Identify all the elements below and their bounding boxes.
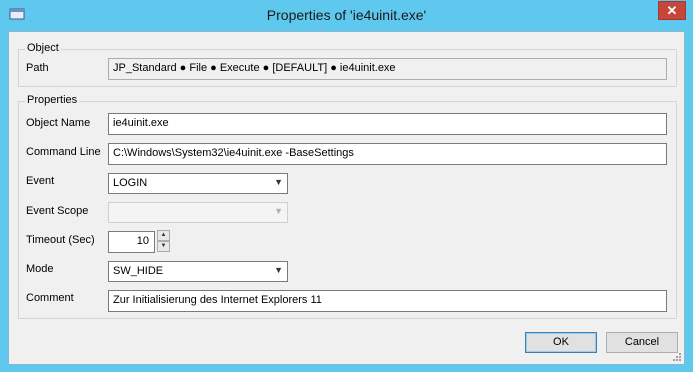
resize-grip-icon[interactable] xyxy=(672,352,682,362)
event-scope-select: ▼ xyxy=(108,202,288,223)
command-line-label: Command Line xyxy=(26,146,101,158)
properties-group: Properties Object Name ie4uinit.exe Comm… xyxy=(18,94,677,319)
chevron-down-icon[interactable]: ▼ xyxy=(274,265,283,275)
command-line-input[interactable]: C:\Windows\System32\ie4uinit.exe -BaseSe… xyxy=(108,143,667,165)
event-select-value: LOGIN xyxy=(113,177,148,189)
comment-label: Comment xyxy=(26,292,74,304)
chevron-down-icon[interactable]: ▼ xyxy=(274,177,283,187)
mode-select-value: SW_HIDE xyxy=(113,265,164,277)
mode-label: Mode xyxy=(26,263,54,275)
comment-input[interactable]: Zur Initialisierung des Internet Explore… xyxy=(108,290,667,312)
path-label: Path xyxy=(26,62,49,74)
chevron-down-icon: ▼ xyxy=(274,206,283,216)
timeout-stepper-input[interactable]: 10 xyxy=(108,231,155,253)
mode-select[interactable]: SW_HIDE ▼ xyxy=(108,261,288,282)
properties-group-legend: Properties xyxy=(25,94,80,106)
event-label: Event xyxy=(26,175,55,187)
object-group-legend: Object xyxy=(25,42,61,54)
event-select[interactable]: LOGIN ▼ xyxy=(108,173,288,194)
spin-down-icon[interactable]: ▼ xyxy=(157,241,170,252)
title-bar[interactable]: Properties of 'ie4uinit.exe' ✕ xyxy=(0,0,693,31)
close-button[interactable]: ✕ xyxy=(658,1,686,20)
window-title: Properties of 'ie4uinit.exe' xyxy=(266,7,427,23)
ok-button[interactable]: OK xyxy=(525,332,597,353)
object-group: Object Path JP_Standard ● File ● Execute… xyxy=(18,42,677,87)
event-scope-label: Event Scope xyxy=(26,205,89,217)
spin-up-icon[interactable]: ▲ xyxy=(157,230,170,241)
path-field: JP_Standard ● File ● Execute ● [DEFAULT]… xyxy=(108,58,667,80)
cancel-button[interactable]: Cancel xyxy=(606,332,678,353)
object-name-label: Object Name xyxy=(26,117,91,129)
object-name-input[interactable]: ie4uinit.exe xyxy=(108,113,667,135)
timeout-label: Timeout (Sec) xyxy=(26,234,95,246)
properties-dialog: Properties of 'ie4uinit.exe' ✕ Object Pa… xyxy=(0,0,693,372)
dialog-client-area: Object Path JP_Standard ● File ● Execute… xyxy=(8,31,685,365)
